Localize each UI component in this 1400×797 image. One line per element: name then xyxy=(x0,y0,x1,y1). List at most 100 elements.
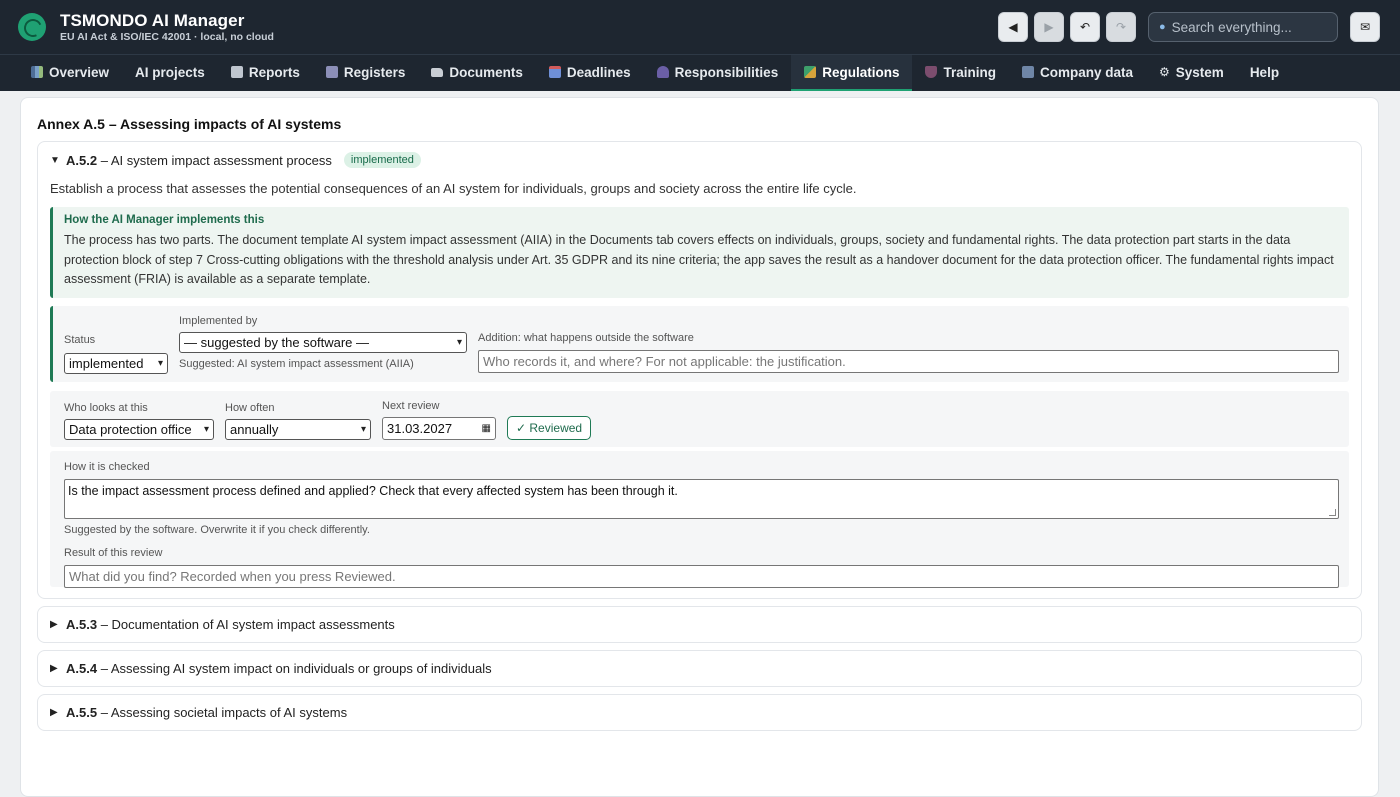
check-panel: How it is checked Is the impact assessme… xyxy=(50,450,1349,588)
document-icon xyxy=(230,66,243,78)
how-checked-hint: Suggested by the software. Overwrite it … xyxy=(64,523,370,536)
tab-training[interactable]: Training xyxy=(912,55,1009,91)
mail-button[interactable]: ✉ xyxy=(1350,12,1380,42)
tab-overview[interactable]: Overview xyxy=(18,55,122,91)
result-input[interactable]: What did you find? Recorded when you pre… xyxy=(64,564,1339,588)
building-icon xyxy=(1021,66,1034,78)
tab-registers[interactable]: Registers xyxy=(313,55,419,91)
app-subtitle: EU AI Act & ISO/IEC 42001 · local, no cl… xyxy=(60,31,274,43)
implementation-text: The process has two parts. The document … xyxy=(64,233,1334,286)
tab-ai-projects[interactable]: AI projects xyxy=(122,55,218,91)
control-title: – Assessing societal impacts of AI syste… xyxy=(100,704,348,720)
tab-label: Company data xyxy=(1039,64,1134,80)
tab-label: Overview xyxy=(49,64,110,80)
implemented-by-label: Implemented by xyxy=(179,314,258,327)
people-icon xyxy=(656,66,669,78)
tab-reports[interactable]: Reports xyxy=(218,55,313,91)
tab-label: System xyxy=(1175,64,1224,80)
status-badge: implemented xyxy=(343,152,421,168)
control-heading: A.5.4 – Assessing AI system impact on in… xyxy=(66,661,492,676)
search-placeholder: Search everything... xyxy=(1171,19,1292,35)
calendar-icon xyxy=(548,66,561,78)
app-title: TSMONDO AI Manager xyxy=(60,11,245,30)
status-select[interactable]: implemented ▾ xyxy=(64,352,168,374)
section-title: Annex A.5 – Assessing impacts of AI syst… xyxy=(37,116,342,132)
chevron-down-icon: ▾ xyxy=(157,357,163,369)
control-id: A.5.2 xyxy=(66,152,98,168)
control-card-a53[interactable]: ▶ A.5.3 – Documentation of AI system imp… xyxy=(37,605,1362,643)
control-card-expanded: ▼ A.5.2 – AI system impact assessment pr… xyxy=(37,141,1362,599)
who-select[interactable]: Data protection office ▾ xyxy=(64,418,214,440)
how-checked-label: How it is checked xyxy=(64,460,150,473)
caret-right-icon: ▶ xyxy=(50,618,58,630)
tab-label: Regulations xyxy=(822,64,900,80)
brand: TSMONDO AI Manager EU AI Act & ISO/IEC 4… xyxy=(18,11,274,43)
control-card-a54[interactable]: ▶ A.5.4 – Assessing AI system impact on … xyxy=(37,649,1362,687)
register-icon xyxy=(325,66,338,78)
caret-down-icon: ▼ xyxy=(50,154,60,166)
control-header[interactable]: ▼ A.5.2 – AI system impact assessment pr… xyxy=(50,142,1349,178)
next-review-label: Next review xyxy=(382,399,440,412)
control-card-a55[interactable]: ▶ A.5.5 – Assessing societal impacts of … xyxy=(37,693,1362,731)
tab-label: Deadlines xyxy=(566,64,631,80)
control-title: – Documentation of AI system impact asse… xyxy=(100,616,395,632)
main-nav: Overview AI projects Reports Registers D… xyxy=(0,54,1400,91)
status-value: implemented xyxy=(69,355,144,371)
implemented-by-value: — suggested by the software — xyxy=(184,334,369,350)
app-logo xyxy=(18,13,46,41)
tab-help[interactable]: Help xyxy=(1237,55,1292,91)
forward-button[interactable]: ▶ xyxy=(1034,12,1064,42)
tab-label: Reports xyxy=(248,64,300,80)
tab-regulations[interactable]: Regulations xyxy=(791,55,913,91)
regulations-page: Annex A.5 – Assessing impacts of AI syst… xyxy=(20,97,1379,797)
tab-documents[interactable]: Documents xyxy=(418,55,536,91)
who-value: Data protection office xyxy=(69,421,192,437)
resize-handle[interactable] xyxy=(1329,508,1336,516)
control-title: – Assessing AI system impact on individu… xyxy=(100,660,492,676)
app-header: TSMONDO AI Manager EU AI Act & ISO/IEC 4… xyxy=(0,0,1400,54)
search-input[interactable]: ● Search everything... xyxy=(1148,12,1338,42)
how-checked-textarea[interactable]: Is the impact assessment process defined… xyxy=(64,478,1339,519)
review-panel: Who looks at this Data protection office… xyxy=(50,390,1349,447)
implementation-title: How the AI Manager implements this xyxy=(64,214,265,226)
control-heading: A.5.2 – AI system impact assessment proc… xyxy=(66,153,332,168)
training-icon xyxy=(925,66,938,78)
implementation-info: How the AI Manager implements this The p… xyxy=(50,207,1349,298)
control-id: A.5.3 xyxy=(66,616,98,632)
chart-icon xyxy=(31,66,43,78)
how-often-value: annually xyxy=(230,421,279,437)
undo-button[interactable]: ↶ xyxy=(1070,12,1100,42)
how-checked-value: Is the impact assessment process defined… xyxy=(68,483,678,498)
regulations-icon xyxy=(804,66,817,78)
redo-button[interactable]: ↷ xyxy=(1106,12,1136,42)
chevron-down-icon: ▾ xyxy=(203,423,209,435)
chevron-down-icon: ▾ xyxy=(360,423,366,435)
tab-label: Help xyxy=(1249,64,1280,80)
tab-deadlines[interactable]: Deadlines xyxy=(536,55,644,91)
folder-icon xyxy=(431,67,444,77)
control-id: A.5.4 xyxy=(66,660,98,676)
result-label: Result of this review xyxy=(64,546,163,559)
back-button[interactable]: ◀ xyxy=(998,12,1028,42)
control-heading: A.5.5 – Assessing societal impacts of AI… xyxy=(66,705,347,720)
how-often-select[interactable]: annually ▾ xyxy=(225,418,371,440)
implemented-by-hint: Suggested: AI system impact assessment (… xyxy=(179,357,414,370)
tab-label: Documents xyxy=(449,64,523,80)
calendar-icon: ▦ xyxy=(481,422,491,434)
tab-label: Responsibilities xyxy=(674,64,779,80)
next-review-date[interactable]: 31.03.2027 ▦ xyxy=(382,416,496,440)
addition-input[interactable]: Who records it, and where? For not appli… xyxy=(478,349,1339,373)
how-often-label: How often xyxy=(225,401,275,414)
tab-label: Training xyxy=(943,64,996,80)
tab-responsibilities[interactable]: Responsibilities xyxy=(644,55,792,91)
who-label: Who looks at this xyxy=(64,401,148,414)
chevron-down-icon: ▾ xyxy=(456,336,462,348)
addition-label: Addition: what happens outside the softw… xyxy=(478,331,694,344)
implemented-by-select[interactable]: — suggested by the software — ▾ xyxy=(179,331,467,353)
next-review-value: 31.03.2027 xyxy=(387,420,453,436)
control-description: Establish a process that assesses the po… xyxy=(50,181,857,196)
tab-company-data[interactable]: Company data xyxy=(1009,55,1146,91)
reviewed-button[interactable]: ✓ Reviewed xyxy=(507,415,592,440)
tab-system[interactable]: ⚙ System xyxy=(1146,55,1237,91)
tab-label: Registers xyxy=(343,64,406,80)
